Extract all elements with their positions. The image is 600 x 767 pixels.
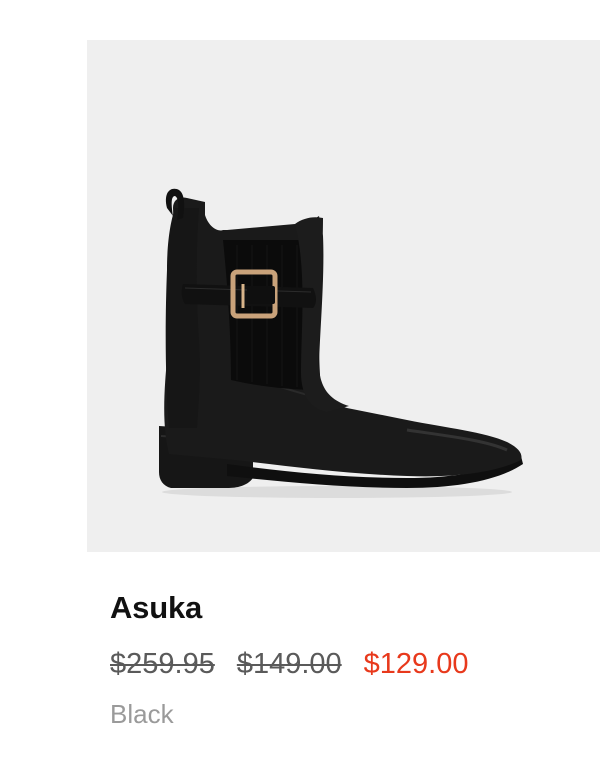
previous-price: $149.00 xyxy=(236,648,342,680)
sale-price: $129.00 xyxy=(363,648,469,680)
boot-body xyxy=(164,197,522,477)
product-card[interactable]: Asuka $259.95 $149.00 $129.00 Black xyxy=(0,0,600,767)
boot-illustration xyxy=(159,188,523,498)
product-image[interactable] xyxy=(87,40,600,552)
boot-front-shaft xyxy=(295,217,349,412)
boot-back-shaft xyxy=(165,208,200,428)
price-row: $259.95 $149.00 $129.00 xyxy=(110,644,468,684)
original-price: $259.95 xyxy=(110,648,215,680)
color-label: Black xyxy=(110,699,174,729)
product-name[interactable]: Asuka xyxy=(110,588,202,628)
